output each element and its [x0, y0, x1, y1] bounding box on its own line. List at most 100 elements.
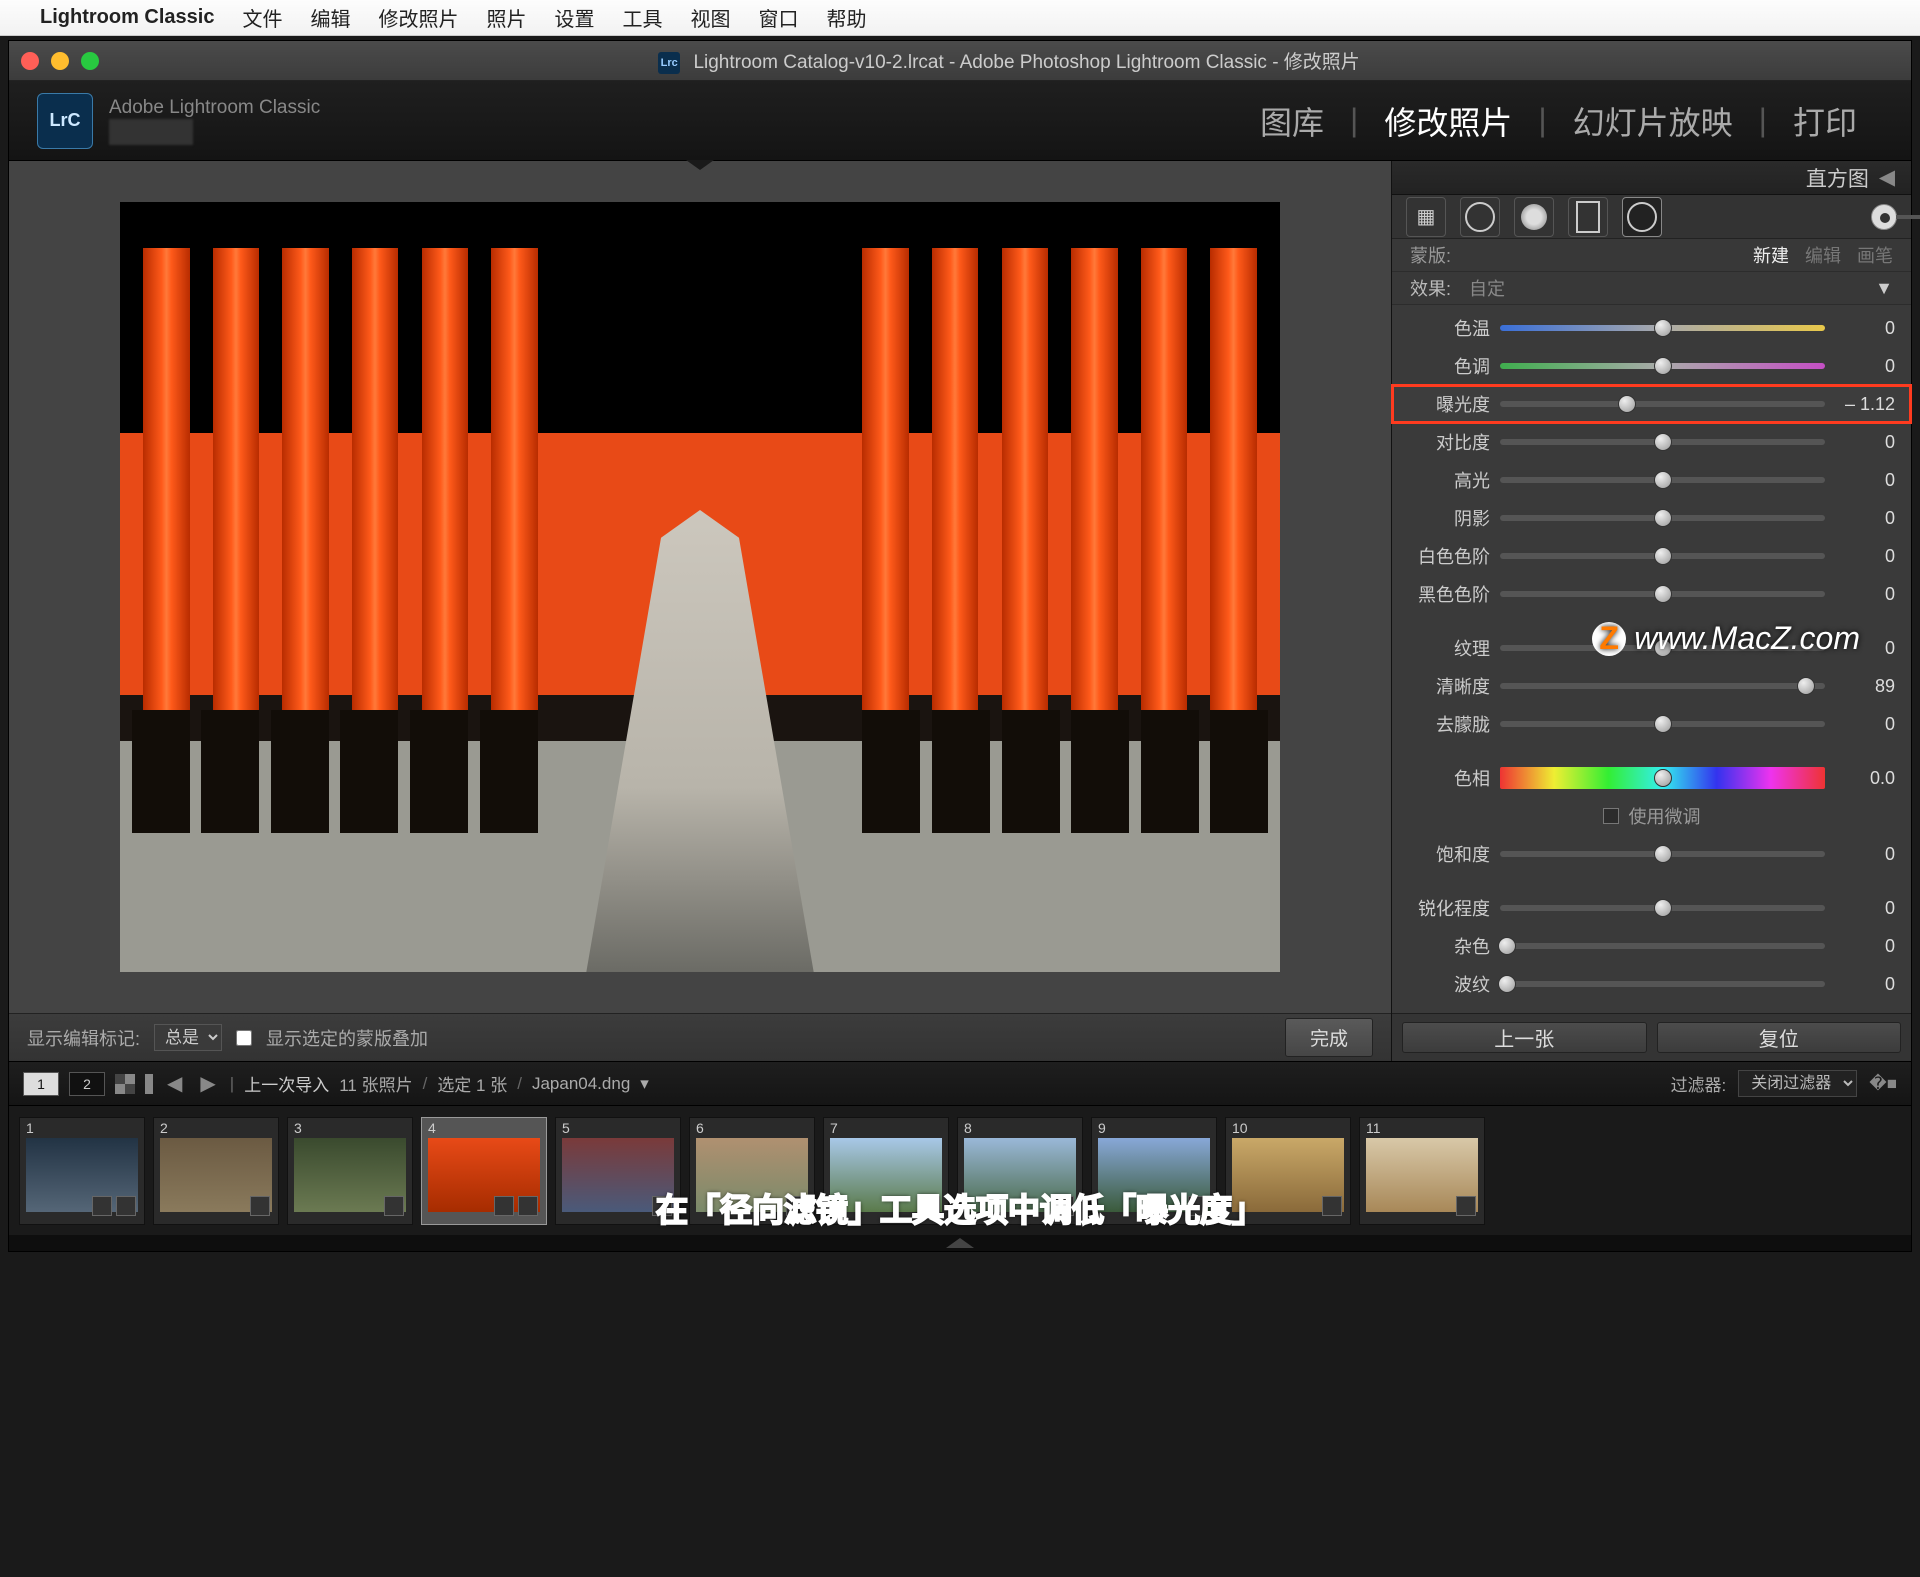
menu-photo[interactable]: 照片 [486, 3, 526, 32]
zoom-icon[interactable] [81, 52, 99, 70]
menu-app-name[interactable]: Lightroom Classic [40, 6, 214, 29]
chevron-left-icon[interactable]: ◀ [1879, 165, 1895, 190]
show-mask-overlay-label: 显示选定的蒙版叠加 [266, 1025, 428, 1051]
filter-label: 过滤器: [1671, 1071, 1727, 1096]
slider-clarity: 清晰度89 [1392, 667, 1911, 705]
slider-highlights-track[interactable] [1500, 477, 1825, 483]
grid-view-icon[interactable] [115, 1074, 135, 1094]
effect-disclosure-icon[interactable]: ▼ [1875, 278, 1893, 299]
slider-clarity-track[interactable] [1500, 683, 1825, 689]
slider-shadows-track[interactable] [1500, 515, 1825, 521]
menu-develop[interactable]: 修改照片 [378, 3, 458, 32]
filter-select[interactable]: 关闭过滤器 [1738, 1070, 1857, 1097]
traffic-lights [21, 52, 99, 70]
single-view-icon[interactable] [145, 1074, 153, 1094]
slider-tint-track[interactable] [1500, 363, 1825, 369]
menu-tools[interactable]: 工具 [622, 3, 662, 32]
nav-back-icon[interactable]: ◀ [163, 1071, 186, 1096]
slider-saturation-track[interactable] [1500, 851, 1825, 857]
module-develop[interactable]: 修改照片 [1358, 98, 1538, 144]
top-panel-toggle-icon[interactable] [686, 160, 714, 170]
slider-dehaze-track[interactable] [1500, 721, 1825, 727]
filter-lock-icon[interactable]: �■ [1869, 1074, 1897, 1094]
effect-preset[interactable]: 自定 [1469, 275, 1505, 301]
thumb-6[interactable]: 6 [689, 1117, 815, 1225]
photo-count: 11 张照片 [339, 1071, 412, 1096]
mask-tab-edit[interactable]: 编辑 [1805, 242, 1841, 268]
edit-marks-label: 显示编辑标记: [27, 1025, 140, 1051]
nav-forward-icon[interactable]: ▶ [196, 1071, 219, 1096]
mask-tab-brush[interactable]: 画笔 [1857, 242, 1893, 268]
thumb-4[interactable]: 4 [421, 1117, 547, 1225]
slider-temp-track[interactable] [1500, 325, 1825, 331]
thumb-10[interactable]: 10 [1225, 1117, 1351, 1225]
slider-noise-track[interactable] [1500, 943, 1825, 949]
menu-file[interactable]: 文件 [242, 3, 282, 32]
slider-dehaze: 去朦胧0 [1392, 705, 1911, 743]
menu-view[interactable]: 视图 [690, 3, 730, 32]
thumb-7[interactable]: 7 [823, 1117, 949, 1225]
thumb-3[interactable]: 3 [287, 1117, 413, 1225]
show-mask-overlay-checkbox[interactable] [236, 1030, 252, 1046]
graduated-filter-tool-icon[interactable] [1568, 197, 1608, 237]
current-filename: Japan04.dng [532, 1074, 630, 1094]
slider-hue-track[interactable] [1500, 767, 1825, 789]
fine-adjust-label: 使用微调 [1629, 803, 1701, 829]
slider-exposure: 曝光度– 1.12 [1392, 385, 1911, 423]
menu-help[interactable]: 帮助 [826, 3, 866, 32]
prev-photo-button[interactable]: 上一张 [1402, 1022, 1647, 1053]
module-slideshow[interactable]: 幻灯片放映 [1547, 98, 1759, 144]
edit-marks-select[interactable]: 总是 [154, 1024, 222, 1051]
slider-blacks: 黑色色阶0 [1392, 575, 1911, 613]
module-picker: 图库| 修改照片| 幻灯片放映| 打印 [1234, 98, 1883, 144]
fine-adjust-checkbox[interactable] [1603, 808, 1619, 824]
main-photo[interactable] [120, 202, 1280, 972]
filmstrip-bar: 1 2 ◀ ▶ | 上一次导入 11 张照片/ 选定 1 张/ Japan04.… [9, 1061, 1911, 1105]
done-button[interactable]: 完成 [1285, 1018, 1373, 1057]
slider-moire-track[interactable] [1500, 981, 1825, 987]
badge-icon [1456, 1196, 1476, 1216]
module-print[interactable]: 打印 [1767, 98, 1883, 144]
slider-whites-track[interactable] [1500, 553, 1825, 559]
menu-edit[interactable]: 编辑 [310, 3, 350, 32]
slider-tint: 色调0 [1392, 347, 1911, 385]
window-titlebar: Lrc Lightroom Catalog-v10-2.lrcat - Adob… [9, 41, 1911, 81]
badge-icon [494, 1196, 514, 1216]
menu-settings[interactable]: 设置 [554, 3, 594, 32]
app-brand: Adobe Lightroom Classic [109, 97, 320, 119]
thumb-9[interactable]: 9 [1091, 1117, 1217, 1225]
slider-whites: 白色色阶0 [1392, 537, 1911, 575]
mask-tab-new[interactable]: 新建 [1753, 242, 1789, 268]
mask-row: 蒙版: 新建 编辑 画笔 [1392, 239, 1911, 272]
minimize-icon[interactable] [51, 52, 69, 70]
slider-texture-track[interactable] [1500, 645, 1825, 651]
slider-contrast: 对比度0 [1392, 423, 1911, 461]
breadcrumb-source[interactable]: 上一次导入 [244, 1071, 329, 1096]
menu-window[interactable]: 窗口 [758, 3, 798, 32]
chevron-down-icon[interactable]: ▾ [640, 1074, 649, 1094]
thumb-11[interactable]: 11 [1359, 1117, 1485, 1225]
crop-tool-icon[interactable]: ▦ [1406, 197, 1446, 237]
thumb-5[interactable]: 5 [555, 1117, 681, 1225]
slider-hue: 色相0.0 [1392, 759, 1911, 797]
thumb-8[interactable]: 8 [957, 1117, 1083, 1225]
slider-contrast-track[interactable] [1500, 439, 1825, 445]
thumb-2[interactable]: 2 [153, 1117, 279, 1225]
reset-button[interactable]: 复位 [1657, 1022, 1902, 1053]
spot-removal-tool-icon[interactable] [1460, 197, 1500, 237]
slider-exposure-track[interactable] [1500, 401, 1825, 407]
view-mode-1[interactable]: 1 [23, 1072, 59, 1096]
slider-sharpness-track[interactable] [1500, 905, 1825, 911]
brush-size-knob[interactable] [1871, 204, 1897, 230]
bottom-panel-toggle-icon[interactable] [9, 1235, 1911, 1251]
radial-filter-tool-icon[interactable] [1622, 197, 1662, 237]
module-library[interactable]: 图库 [1234, 98, 1350, 144]
slider-highlights: 高光0 [1392, 461, 1911, 499]
close-icon[interactable] [21, 52, 39, 70]
thumb-1[interactable]: 1 [19, 1117, 145, 1225]
histogram-header[interactable]: 直方图 ◀ [1392, 161, 1911, 195]
redeye-tool-icon[interactable] [1514, 197, 1554, 237]
slider-blacks-track[interactable] [1500, 591, 1825, 597]
app-window: Lrc Lightroom Catalog-v10-2.lrcat - Adob… [8, 40, 1912, 1252]
view-mode-2[interactable]: 2 [69, 1072, 105, 1096]
